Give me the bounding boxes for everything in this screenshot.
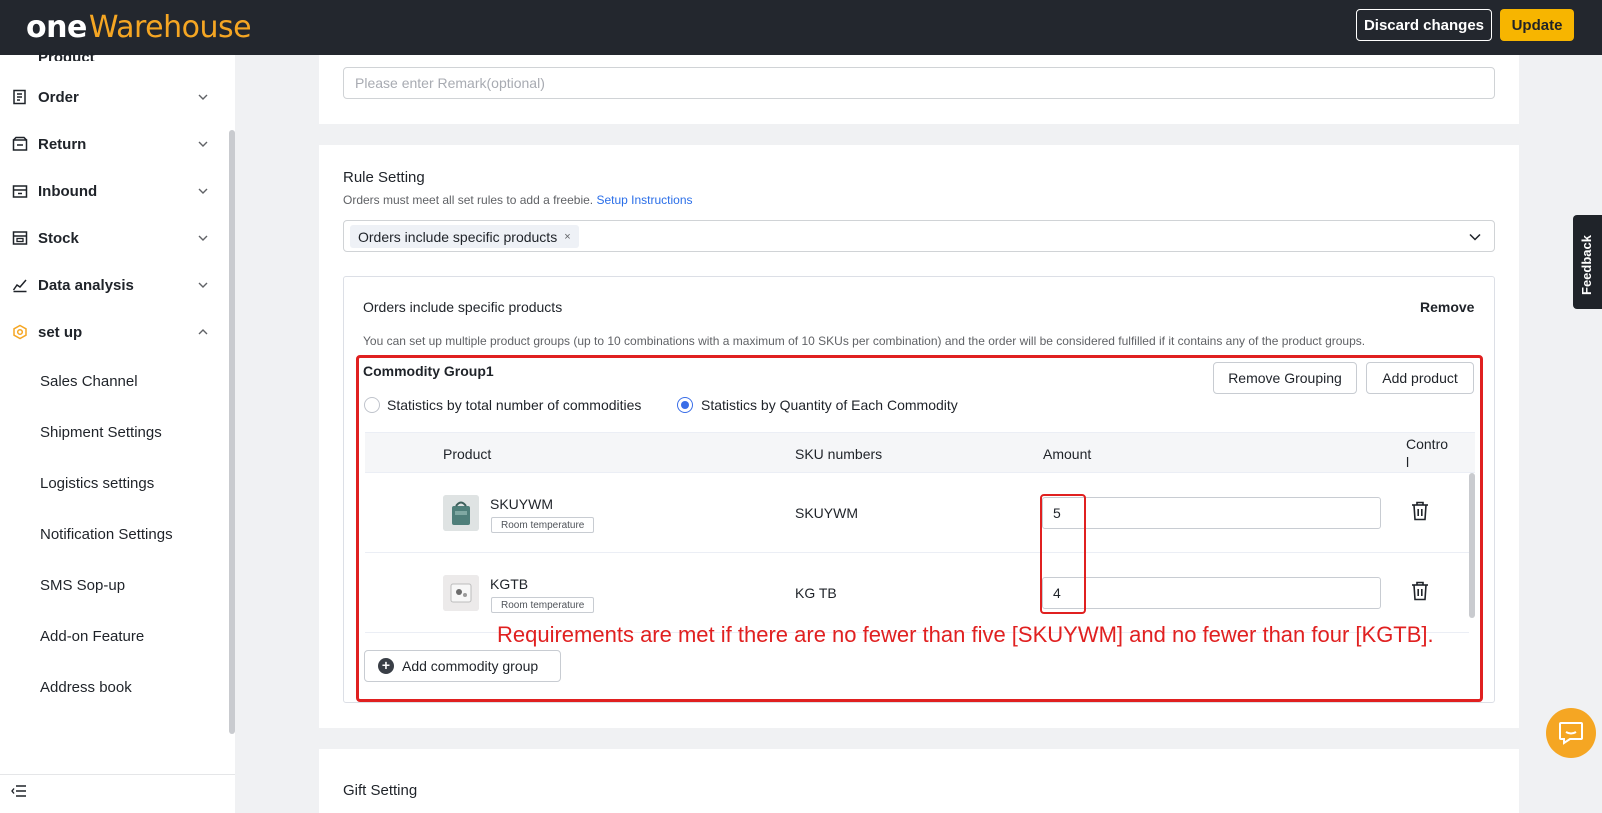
sidebar-item-stock[interactable]: Stock bbox=[0, 218, 220, 258]
rule-setting-desc-text: Orders must meet all set rules to add a … bbox=[343, 193, 594, 207]
radio-total-commodities[interactable] bbox=[364, 397, 380, 413]
chart-icon bbox=[11, 276, 29, 294]
products-rule-title: Orders include specific products bbox=[363, 299, 563, 315]
chevron-down-icon bbox=[198, 235, 208, 241]
top-bar: one Warehouse Discard changes Update bbox=[0, 0, 1602, 55]
sidebar-subitem-notification-settings[interactable]: Notification Settings bbox=[40, 526, 173, 543]
sidebar-item-inbound[interactable]: Inbound bbox=[0, 171, 220, 211]
sidebar-subitem-shipment-settings[interactable]: Shipment Settings bbox=[40, 424, 162, 441]
rule-tag-label: Orders include specific products bbox=[358, 228, 558, 245]
header-sku: SKU numbers bbox=[795, 446, 883, 462]
trash-icon[interactable] bbox=[1411, 581, 1429, 601]
header-control: Contro bbox=[1406, 436, 1449, 452]
remove-rule-link[interactable]: Remove bbox=[1420, 299, 1474, 315]
sidebar-subitem-sales-channel[interactable]: Sales Channel bbox=[40, 373, 138, 390]
return-icon bbox=[11, 135, 29, 153]
sidebar-item-product-partial[interactable]: Product bbox=[38, 49, 95, 61]
amount-input[interactable] bbox=[1042, 497, 1381, 529]
sidebar-item-label: set up bbox=[38, 323, 83, 341]
rule-setting-title: Rule Setting bbox=[343, 169, 425, 186]
product-image bbox=[443, 495, 479, 531]
chevron-down-icon bbox=[198, 94, 208, 100]
logo-warehouse: Warehouse bbox=[88, 10, 252, 45]
radio-each-commodity[interactable] bbox=[677, 397, 693, 413]
product-image bbox=[443, 575, 479, 611]
add-commodity-group-button[interactable]: + Add commodity group bbox=[364, 650, 561, 682]
temperature-tag: Room temperature bbox=[491, 517, 595, 533]
annotation-text: Requirements are met if there are no few… bbox=[497, 622, 1434, 647]
sidebar-item-data-analysis[interactable]: Data analysis bbox=[0, 265, 220, 305]
header-product: Product bbox=[443, 446, 492, 462]
app-logo[interactable]: one Warehouse bbox=[26, 10, 252, 46]
sidebar-item-label: Order bbox=[38, 88, 79, 106]
feedback-tab[interactable]: Feedback bbox=[1573, 215, 1602, 309]
radio-total-label: Statistics by total number of commoditie… bbox=[387, 397, 642, 413]
chevron-up-icon bbox=[198, 329, 208, 335]
chevron-down-icon bbox=[1469, 233, 1481, 241]
discard-changes-button[interactable]: Discard changes bbox=[1356, 9, 1492, 41]
rule-select[interactable]: Orders include specific products × bbox=[343, 220, 1495, 252]
sidebar-divider bbox=[0, 774, 235, 775]
order-icon bbox=[11, 88, 29, 106]
products-rule-desc: You can set up multiple product groups (… bbox=[363, 334, 1366, 348]
table-row: KGTB Room temperature KG TB bbox=[365, 553, 1469, 633]
amount-input[interactable] bbox=[1042, 577, 1381, 609]
sidebar-subitem-logistics-settings[interactable]: Logistics settings bbox=[40, 475, 154, 492]
chevron-down-icon bbox=[198, 188, 208, 194]
header-amount: Amount bbox=[1043, 446, 1092, 462]
radio-each-label: Statistics by Quantity of Each Commodity bbox=[701, 397, 958, 413]
sidebar-item-order[interactable]: Order bbox=[0, 77, 220, 117]
collapse-menu-icon[interactable] bbox=[11, 784, 27, 798]
add-product-button[interactable]: Add product bbox=[1366, 362, 1474, 394]
sidebar-item-set-up[interactable]: set up bbox=[0, 312, 220, 352]
sidebar-item-label: Data analysis bbox=[38, 276, 134, 294]
sidebar-item-label: Inbound bbox=[38, 182, 98, 200]
sku-value: SKUYWM bbox=[795, 505, 858, 521]
sidebar-subitem-sms-sop-up[interactable]: SMS Sop-up bbox=[40, 577, 125, 594]
trash-icon[interactable] bbox=[1411, 501, 1429, 521]
inbound-icon bbox=[11, 182, 29, 200]
rule-tag: Orders include specific products × bbox=[350, 225, 579, 248]
sidebar-item-return[interactable]: Return bbox=[0, 124, 220, 164]
rule-setting-desc: Orders must meet all set rules to add a … bbox=[343, 193, 693, 207]
header-control-wrap: l bbox=[1406, 454, 1410, 470]
temperature-tag: Room temperature bbox=[491, 597, 595, 613]
commodity-group-title: Commodity Group1 bbox=[363, 363, 494, 379]
chat-button[interactable] bbox=[1546, 708, 1596, 758]
sidebar-scrollbar[interactable] bbox=[229, 130, 235, 734]
gift-setting-card bbox=[319, 749, 1519, 813]
setup-icon bbox=[11, 323, 29, 341]
table-header: Product SKU numbers Amount Contro l bbox=[365, 432, 1475, 473]
sku-value: KG TB bbox=[795, 585, 837, 601]
close-icon[interactable]: × bbox=[564, 231, 570, 243]
sidebar-subitem-address-book[interactable]: Address book bbox=[40, 679, 132, 696]
gift-setting-title: Gift Setting bbox=[343, 782, 418, 799]
setup-instructions-link[interactable]: Setup Instructions bbox=[596, 193, 692, 207]
update-button[interactable]: Update bbox=[1500, 9, 1574, 41]
add-commodity-group-label: Add commodity group bbox=[402, 658, 539, 674]
chevron-down-icon bbox=[198, 282, 208, 288]
plus-circle-icon: + bbox=[378, 658, 394, 674]
sidebar-item-label: Stock bbox=[38, 229, 79, 247]
product-name: KGTB bbox=[490, 576, 529, 592]
sidebar: Product Order Return Inbound Stock Data … bbox=[0, 49, 235, 813]
chevron-down-icon bbox=[198, 141, 208, 147]
remove-grouping-button[interactable]: Remove Grouping bbox=[1213, 362, 1357, 394]
table-scrollbar[interactable] bbox=[1469, 473, 1475, 618]
stock-icon bbox=[11, 229, 29, 247]
chat-icon bbox=[1559, 722, 1583, 745]
table-row: SKUYWM Room temperature SKUYWM bbox=[365, 473, 1469, 553]
logo-one: one bbox=[26, 10, 87, 45]
remark-input[interactable] bbox=[343, 67, 1495, 99]
product-name: SKUYWM bbox=[490, 496, 553, 512]
sidebar-item-label: Return bbox=[38, 135, 87, 153]
feedback-label: Feedback bbox=[1579, 235, 1594, 295]
sidebar-subitem-add-on-feature[interactable]: Add-on Feature bbox=[40, 628, 144, 645]
